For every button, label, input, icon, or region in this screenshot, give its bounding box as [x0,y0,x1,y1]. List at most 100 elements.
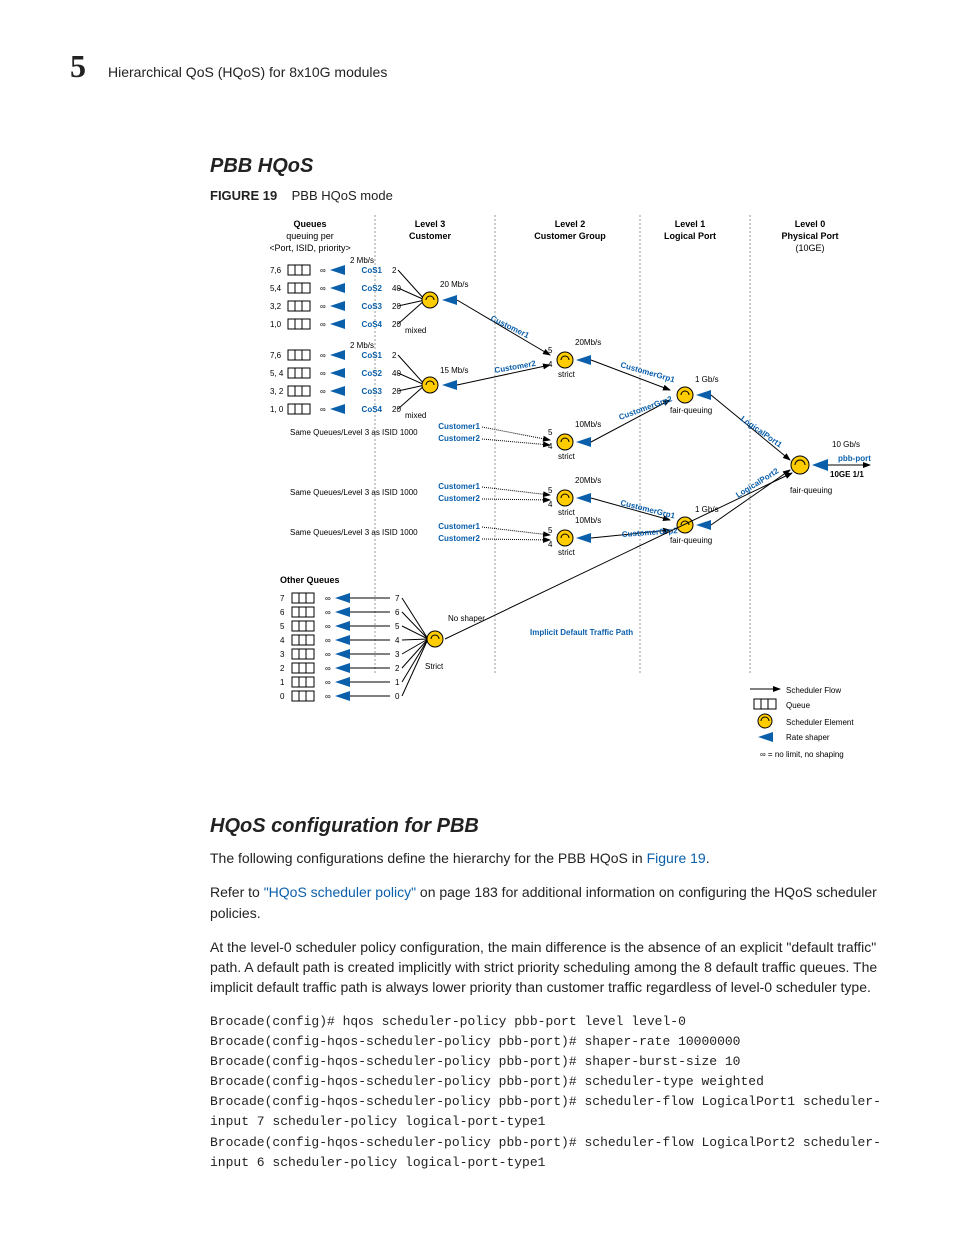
svg-text:1: 1 [395,678,400,687]
col-l1: Level 1 [675,219,706,229]
col-queues-sub1: queuing per [286,231,334,241]
svg-text:∞: ∞ [320,284,326,293]
svg-text:20: 20 [392,320,401,329]
svg-text:1: 1 [280,678,285,687]
svg-text:4: 4 [548,360,553,369]
svg-text:Same Queues/Level 3 as ISID 10: Same Queues/Level 3 as ISID 1000 [290,428,418,437]
svg-text:20Mb/s: 20Mb/s [575,476,601,485]
svg-text:3: 3 [280,650,285,659]
header-title: Hierarchical QoS (HQoS) for 8x10G module… [108,64,387,80]
svg-text:15 Mb/s: 15 Mb/s [440,366,468,375]
section-heading-config: HQoS configuration for PBB [210,815,884,838]
svg-text:∞: ∞ [320,387,326,396]
svg-text:Customer2: Customer2 [438,434,480,443]
svg-text:Scheduler Flow: Scheduler Flow [786,686,841,695]
svg-text:3: 3 [395,650,400,659]
queue-block-1: 7,6 ∞ 2 Mb/s CoS1 2 5,4 ∞ CoS2 [270,256,550,355]
svg-text:4: 4 [548,442,553,451]
svg-text:∞: ∞ [320,320,326,329]
svg-text:Customer1: Customer1 [438,522,480,531]
svg-text:Customer1: Customer1 [438,422,480,431]
svg-text:7,6: 7,6 [270,351,282,360]
svg-text:20Mb/s: 20Mb/s [575,338,601,347]
svg-text:CoS1: CoS1 [362,351,383,360]
legend: Scheduler Flow Queue Scheduler Element R… [750,686,854,759]
svg-text:∞: ∞ [325,622,331,631]
svg-text:5, 4: 5, 4 [270,369,284,378]
svg-text:20 Mb/s: 20 Mb/s [440,280,468,289]
chapter-number: 5 [70,48,86,85]
svg-text:CoS3: CoS3 [362,387,383,396]
figure-caption-text: PBB HQoS mode [292,188,393,203]
svg-text:pbb-port: pbb-port [838,454,871,463]
svg-text:1, 0: 1, 0 [270,405,284,414]
svg-text:10 Gb/s: 10 Gb/s [832,440,860,449]
svg-text:Customer2: Customer2 [438,534,480,543]
svg-text:fair-queuing: fair-queuing [670,536,712,545]
svg-text:Same Queues/Level 3 as ISID 10: Same Queues/Level 3 as ISID 1000 [290,528,418,537]
col-queues-title: Queues [293,219,326,229]
svg-text:strict: strict [558,548,576,557]
svg-text:7: 7 [395,594,400,603]
svg-text:fair-queuing: fair-queuing [670,406,712,415]
col-l0-sub: Physical Port [781,231,838,241]
svg-text:6: 6 [280,608,285,617]
svg-text:strict: strict [558,508,576,517]
svg-text:mixed: mixed [405,326,426,335]
col-l3-sub: Customer [409,231,452,241]
link-figure-19[interactable]: Figure 19 [647,850,706,866]
svg-text:2: 2 [280,664,285,673]
svg-text:Queue: Queue [786,701,811,710]
svg-text:∞: ∞ [320,266,326,275]
svg-text:Strict: Strict [425,662,444,671]
svg-text:∞: ∞ [325,664,331,673]
svg-text:5,4: 5,4 [270,284,282,293]
svg-text:∞: ∞ [325,594,331,603]
svg-text:LogicalPort2: LogicalPort2 [734,466,780,500]
content-area: PBB HQoS FIGURE 19 PBB HQoS mode Queues … [210,155,884,1173]
svg-text:CoS3: CoS3 [362,302,383,311]
svg-text:2 Mb/s: 2 Mb/s [350,256,374,265]
svg-text:1 Gb/s: 1 Gb/s [695,375,719,384]
svg-text:Customer1: Customer1 [438,482,480,491]
paragraph-1: The following configurations define the … [210,848,884,868]
svg-text:LogicalPort1: LogicalPort1 [739,414,784,449]
level2-nodes: 5 4 strict 20Mb/s CustomerGrp1 5 4 stric… [548,338,679,557]
link-scheduler-policy[interactable]: "HQoS scheduler policy" [264,884,416,900]
svg-text:10Mb/s: 10Mb/s [575,420,601,429]
svg-text:6: 6 [395,608,400,617]
figure-label: FIGURE 19 [210,188,277,203]
svg-text:No shaper: No shaper [448,614,485,623]
svg-text:fair-queuing: fair-queuing [790,486,832,495]
svg-text:5: 5 [280,622,285,631]
svg-text:∞: ∞ [325,650,331,659]
figure-diagram: Queues queuing per <Port, ISID, priority… [270,215,884,775]
svg-text:CustomerGrp1: CustomerGrp1 [620,498,677,520]
figure-caption: FIGURE 19 PBB HQoS mode [210,188,884,203]
svg-text:strict: strict [558,370,576,379]
svg-text:20: 20 [392,387,401,396]
svg-text:CoS4: CoS4 [362,405,383,414]
col-l1-sub: Logical Port [664,231,716,241]
col-l2-sub: Customer Group [534,231,606,241]
svg-text:7,6: 7,6 [270,266,282,275]
svg-text:2 Mb/s: 2 Mb/s [350,341,374,350]
code-block: Brocade(config)# hqos scheduler-policy p… [210,1012,884,1173]
svg-text:CoS2: CoS2 [362,369,383,378]
svg-text:∞: ∞ [325,678,331,687]
svg-text:2: 2 [392,351,397,360]
svg-text:5: 5 [548,526,553,535]
svg-text:3, 2: 3, 2 [270,387,284,396]
svg-text:∞: ∞ [320,369,326,378]
svg-text:CoS1: CoS1 [362,266,383,275]
col-l0-note: (10GE) [795,243,824,253]
svg-text:4: 4 [548,500,553,509]
svg-text:1,0: 1,0 [270,320,282,329]
col-l3: Level 3 [415,219,446,229]
svg-text:CoS4: CoS4 [362,320,383,329]
paragraph-2: Refer to "HQoS scheduler policy" on page… [210,882,884,923]
svg-text:CustomerGrp1: CustomerGrp1 [619,360,676,384]
svg-text:10Mb/s: 10Mb/s [575,516,601,525]
svg-text:Implicit Default Traffic Path: Implicit Default Traffic Path [530,628,633,637]
col-queues-sub2: <Port, ISID, priority> [270,243,351,253]
